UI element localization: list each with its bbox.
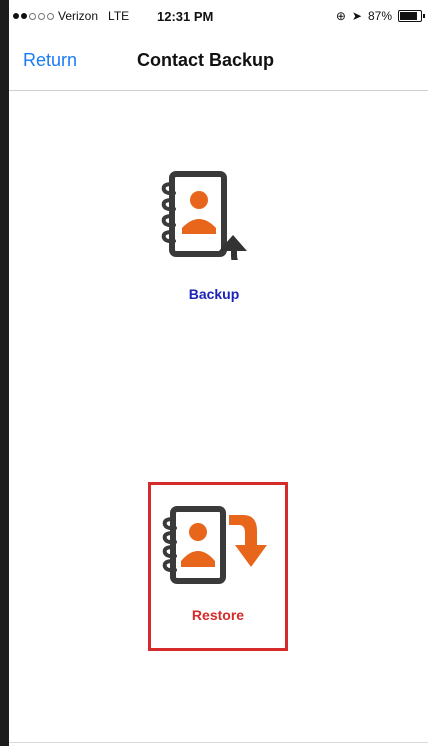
location-icon: ⊕ (335, 9, 346, 23)
battery-percent: 87% (367, 9, 392, 23)
navigation-bar: Return Contact Backup (9, 30, 428, 91)
contact-book-down-arrow-icon (162, 506, 267, 584)
status-time: 12:31 PM (157, 9, 214, 24)
signal-strength-icon (13, 12, 54, 20)
contact-book-up-arrow-icon (161, 171, 263, 260)
battery-icon (398, 10, 425, 22)
carrier-name: Verizon (58, 9, 99, 23)
return-button[interactable]: Return (23, 50, 77, 71)
status-left: Verizon LTE (13, 9, 129, 23)
restore-button[interactable]: Restore (148, 482, 288, 651)
backup-label: Backup (188, 286, 240, 302)
status-right: ⊕ ➤ 87% (335, 9, 425, 23)
page-title: Contact Backup (137, 50, 275, 70)
network-type: LTE (108, 9, 130, 23)
device-frame-edge (0, 0, 9, 746)
status-bar: Verizon LTE 12:31 PM ⊕ ➤ 87% (9, 0, 428, 30)
restore-label: Restore (191, 607, 245, 623)
divider (9, 742, 428, 743)
navigation-arrow-icon: ➤ (351, 9, 362, 23)
backup-button[interactable]: Backup (129, 170, 299, 320)
screen: Verizon LTE 12:31 PM ⊕ ➤ 87% Return Cont… (9, 0, 428, 746)
